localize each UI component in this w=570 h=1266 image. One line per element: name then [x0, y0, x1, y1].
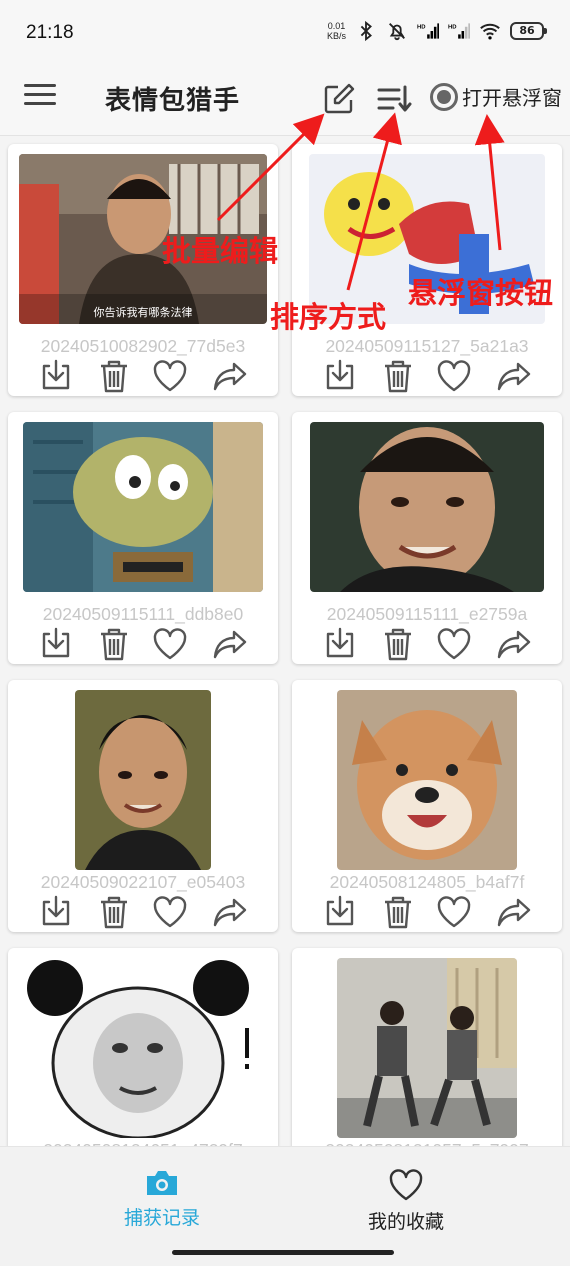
svg-text:HD: HD — [417, 24, 426, 30]
download-icon[interactable] — [322, 894, 358, 930]
meme-image[interactable] — [337, 690, 517, 870]
download-icon[interactable] — [38, 358, 74, 394]
network-speed: 0.01 KB/s — [327, 21, 346, 41]
heart-icon[interactable] — [436, 894, 472, 930]
card-actions — [292, 358, 562, 394]
nav-capture-history[interactable]: 捕获记录 — [62, 1169, 262, 1230]
hd-signal-icon: HD — [448, 23, 470, 39]
card-actions — [292, 626, 562, 662]
status-bar: 21:18 0.01 KB/s HD HD 86 — [0, 0, 570, 66]
meme-image[interactable] — [310, 422, 544, 592]
float-window-toggle[interactable]: 打开悬浮窗 — [430, 82, 562, 111]
bottom-nav: 捕获记录 我的收藏 — [0, 1146, 570, 1266]
radio-icon[interactable] — [430, 82, 458, 111]
download-icon[interactable] — [38, 626, 74, 662]
meme-image[interactable] — [23, 422, 263, 592]
card-actions — [8, 358, 278, 394]
heart-icon[interactable] — [152, 626, 188, 662]
meme-card[interactable]: 20240508121057_5c7997 — [292, 948, 562, 1146]
status-icons: 0.01 KB/s HD HD 86 — [327, 20, 547, 42]
sort-icon[interactable] — [376, 82, 412, 116]
annotation-sort-mode: 排序方式 — [270, 300, 387, 334]
meme-caption: 你告诉我有哪条法律 — [94, 305, 193, 319]
mute-icon — [389, 23, 405, 41]
camera-icon — [147, 1171, 177, 1195]
bluetooth-icon — [360, 20, 372, 42]
network-speed-unit: KB/s — [326, 31, 346, 41]
share-icon[interactable] — [496, 894, 532, 930]
menu-icon[interactable] — [24, 84, 56, 110]
meme-filename: 20240509115127_5a21a3 — [325, 336, 529, 356]
meme-filename: 20240509115111_ddb8e0 — [42, 604, 244, 624]
annotation-float-button: 悬浮窗按钮 — [408, 276, 554, 310]
share-icon[interactable] — [212, 358, 248, 394]
download-icon[interactable] — [322, 358, 358, 394]
wifi-icon — [480, 23, 500, 40]
heart-icon[interactable] — [152, 894, 188, 930]
download-icon[interactable] — [322, 626, 358, 662]
card-actions — [292, 894, 562, 930]
app-title: 表情包猎手 — [105, 86, 241, 116]
card-actions — [8, 894, 278, 930]
battery-icon: 86 — [510, 22, 547, 40]
heart-icon[interactable] — [436, 626, 472, 662]
hd-signal-icon: HD — [417, 23, 439, 39]
meme-filename: 20240509022107_e05403 — [40, 872, 246, 892]
trash-icon[interactable] — [380, 626, 416, 662]
meme-filename: 20240510082902_77d5e3 — [40, 336, 246, 356]
edit-icon[interactable] — [322, 82, 356, 116]
meme-filename: 20240508124805_b4af7f — [329, 872, 525, 892]
trash-icon[interactable] — [96, 358, 132, 394]
meme-card[interactable]: 20240509022107_e05403 — [8, 680, 278, 932]
share-icon[interactable] — [212, 894, 248, 930]
heart-icon — [389, 1169, 423, 1201]
trash-icon[interactable] — [96, 626, 132, 662]
download-icon[interactable] — [38, 894, 74, 930]
card-actions — [8, 626, 278, 662]
nav-label: 我的收藏 — [367, 1211, 444, 1233]
annotation-batch-edit: 批量编辑 — [162, 234, 279, 268]
svg-text:HD: HD — [448, 24, 457, 30]
meme-card[interactable]: 20240509115111_ddb8e0 — [8, 412, 278, 664]
meme-card[interactable]: 20240508124651_4729f7 — [8, 948, 278, 1146]
network-speed-value: 0.01 — [327, 21, 346, 31]
app-screen: 21:18 0.01 KB/s HD HD 86 表情包猎手 打开悬浮窗 你告诉… — [0, 0, 570, 1266]
trash-icon[interactable] — [380, 894, 416, 930]
nav-label: 捕获记录 — [123, 1207, 200, 1229]
meme-card[interactable]: 20240508124805_b4af7f — [292, 680, 562, 932]
share-icon[interactable] — [496, 626, 532, 662]
meme-image[interactable] — [337, 958, 517, 1138]
meme-card[interactable]: 20240509115111_e2759a — [292, 412, 562, 664]
share-icon[interactable] — [496, 358, 532, 394]
meme-card[interactable]: 你告诉我有哪条法律 20240510082902_77d5e3 — [8, 144, 278, 396]
status-time: 21:18 — [26, 22, 74, 43]
meme-image[interactable] — [25, 958, 261, 1138]
trash-icon[interactable] — [380, 358, 416, 394]
trash-icon[interactable] — [96, 894, 132, 930]
home-indicator[interactable] — [172, 1250, 394, 1255]
float-window-label: 打开悬浮窗 — [462, 86, 562, 110]
meme-filename: 20240509115111_e2759a — [326, 604, 528, 624]
app-bar: 表情包猎手 打开悬浮窗 — [0, 66, 570, 136]
heart-icon[interactable] — [152, 358, 188, 394]
nav-favorites[interactable]: 我的收藏 — [306, 1169, 506, 1234]
heart-icon[interactable] — [436, 358, 472, 394]
share-icon[interactable] — [212, 626, 248, 662]
meme-image[interactable] — [75, 690, 211, 870]
